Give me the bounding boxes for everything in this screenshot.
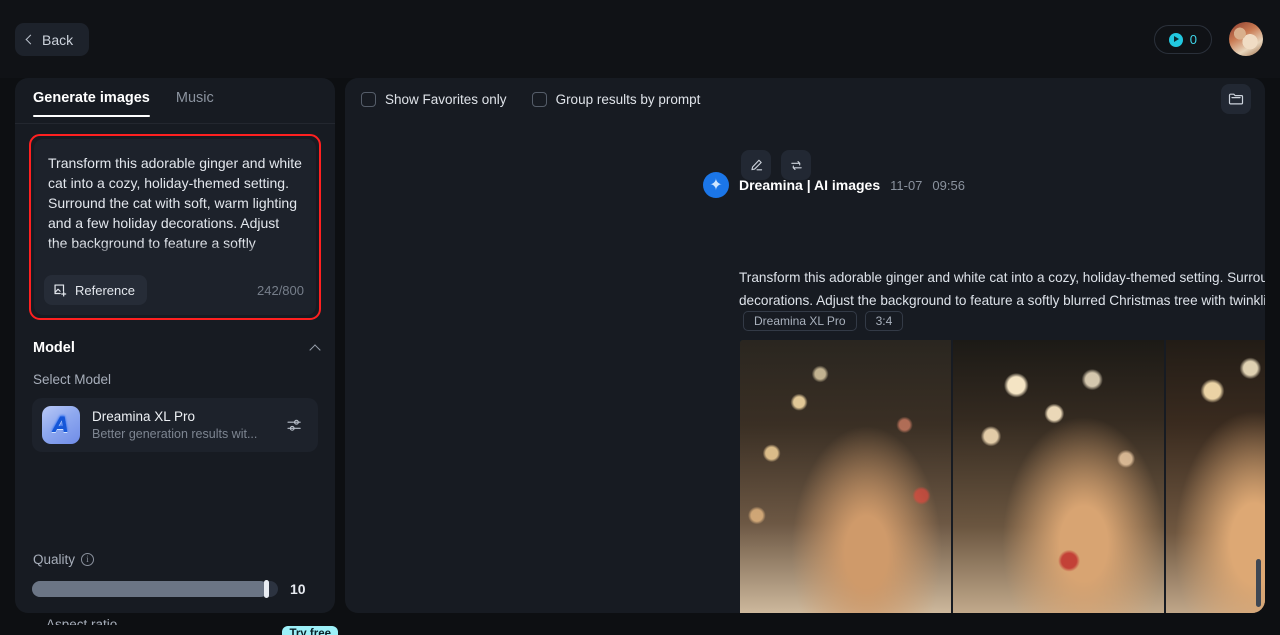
dreamina-model-icon: A [42,406,80,444]
tab-generate-images[interactable]: Generate images [33,90,150,117]
panel-tabs: Generate images Music [15,78,335,124]
generated-image-3[interactable] [1166,340,1265,613]
post-date: 11-07 [890,177,923,193]
tag-model: Dreamina XL Pro [743,311,857,331]
chevron-up-icon[interactable] [309,343,321,356]
filter-group-results-by-prompt[interactable]: Group results by prompt [531,91,701,107]
credit-coin-icon [1168,32,1183,47]
prompt-footer: Reference 242/800 [44,275,304,305]
prompt-highlight-box: Transform this adorable ginger and white… [29,134,321,320]
add-image-icon [54,283,67,297]
prompt-input[interactable]: Transform this adorable ginger and white… [48,153,302,255]
quality-row: Quality i [33,552,95,567]
quality-value: 10 [290,581,306,597]
post-header: Dreamina | AI images 11-07 09:56 [703,172,965,198]
post-tags: Dreamina XL Pro 3:4 [743,311,904,331]
generated-images-grid [740,340,1265,613]
quality-slider-thumb[interactable] [264,580,270,598]
model-icon-letter: A [52,413,70,437]
back-button[interactable]: Back [15,23,90,56]
tag-aspect-ratio: 3:4 [864,311,904,331]
generated-image-2[interactable] [953,340,1164,613]
edit-pencil-icon [750,159,762,170]
folder-button[interactable] [1221,84,1251,114]
filter-show-favorites-only[interactable]: Show Favorites only [361,91,507,107]
sliders-icon[interactable] [287,418,304,433]
avatar-image [1229,22,1263,56]
clipped-section-label: Aspect ratio [46,617,118,625]
top-bar: Back 0 [0,0,1280,78]
tab-music[interactable]: Music [176,90,214,117]
post-author: Dreamina | AI images [739,177,881,193]
credits-value: 0 [1189,32,1197,47]
regenerate-loop-icon [790,160,802,170]
tab-music-label: Music [175,90,214,106]
character-counter: 242/800 [257,282,304,298]
reference-button-label: Reference [75,282,135,298]
show-favorites-label: Show Favorites only [385,91,507,107]
back-button-label: Back [42,31,74,48]
tabs-divider [15,123,335,124]
chevron-left-icon [25,34,36,45]
info-icon[interactable]: i [81,553,95,566]
select-model-label: Select Model [33,372,112,387]
group-results-checkbox[interactable] [531,91,547,107]
model-section-title: Model [33,340,75,356]
quality-slider-fill [32,581,269,597]
quality-label: Quality [33,552,76,567]
generated-image-1[interactable] [740,340,951,613]
selected-model-card[interactable]: A Dreamina XL Pro Better generation resu… [32,398,318,452]
credits-badge[interactable]: 0 [1153,25,1212,54]
try-free-badge: Try free [282,626,338,635]
post-prompt-text: Transform this adorable ginger and white… [739,270,1265,308]
folder-icon [1228,93,1244,105]
model-name: Dreamina XL Pro [92,409,196,424]
post-prompt: Transform this adorable ginger and white… [739,268,1265,311]
model-text-block: Dreamina XL Pro Better generation result… [92,409,287,441]
model-description: Better generation results wit... [92,427,258,441]
group-results-label: Group results by prompt [555,91,701,107]
quality-slider[interactable] [32,580,278,598]
results-panel: Show Favorites only Group results by pro… [345,78,1265,613]
model-section-header[interactable]: Model [33,336,321,360]
sparkle-icon [703,172,729,198]
prompt-box[interactable]: Transform this adorable ginger and white… [34,139,316,315]
tab-generate-images-label: Generate images [33,90,150,106]
quality-slider-row: 10 [32,580,322,598]
user-avatar[interactable] [1229,22,1263,56]
results-scrollbar-thumb[interactable] [1256,559,1261,607]
left-panel: Generate images Music Transform this ado… [15,78,338,635]
results-toolbar: Show Favorites only Group results by pro… [345,78,1265,120]
reference-button[interactable]: Reference [44,275,147,305]
show-favorites-checkbox[interactable] [361,91,376,107]
post-time: 09:56 [932,177,965,193]
